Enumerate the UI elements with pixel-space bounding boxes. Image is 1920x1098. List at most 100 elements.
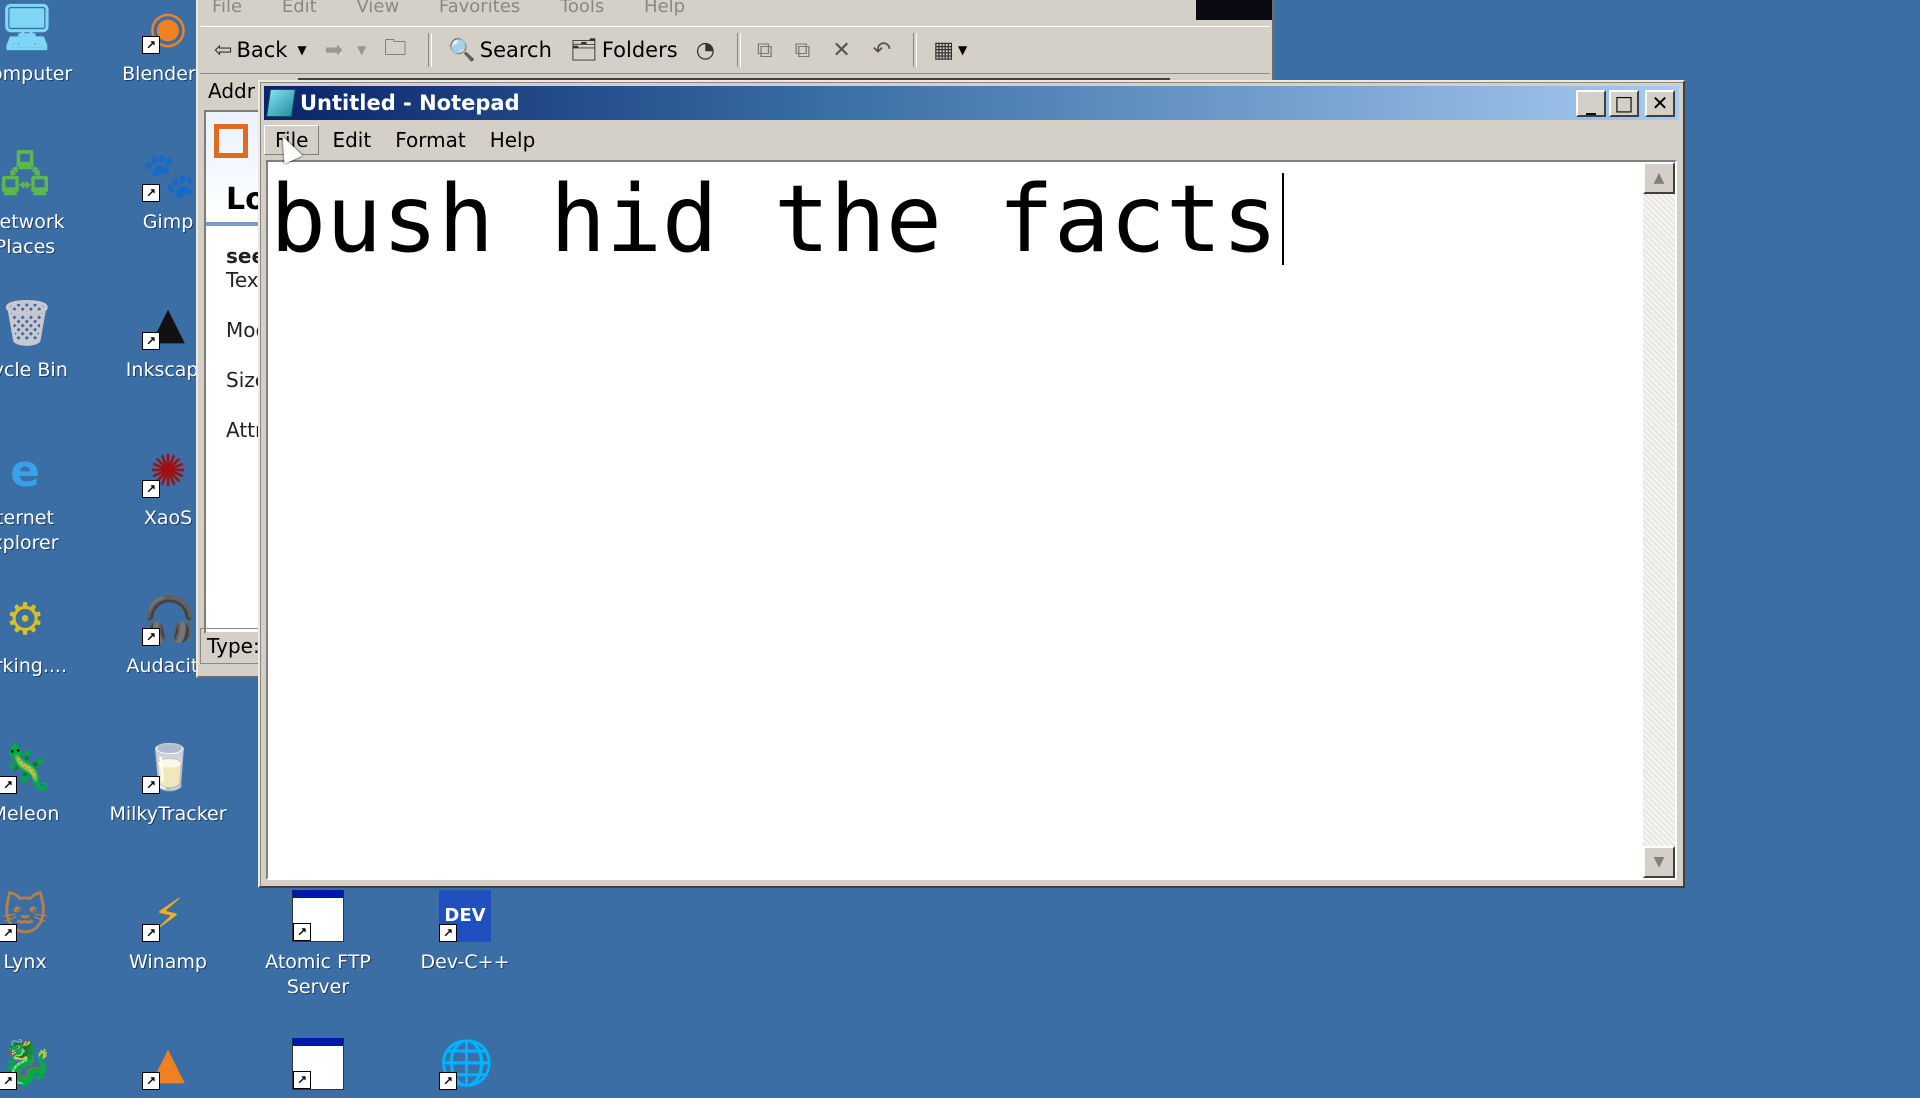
shortcut-arrow-icon: ↗	[142, 776, 160, 794]
back-arrow-icon: ⇦	[214, 37, 233, 63]
shortcut-arrow-icon: ↗	[0, 1072, 17, 1090]
atomic-ftp-icon: ↗	[292, 890, 344, 942]
dev-cpp-icon: DEV ↗	[439, 890, 491, 942]
history-icon: ◔	[695, 37, 715, 63]
explorer-menu-view[interactable]: View	[356, 0, 399, 17]
shortcut-arrow-icon: ↗	[142, 628, 160, 646]
vertical-scrollbar[interactable]: ▲ ▼	[1643, 162, 1675, 878]
internet-explorer-icon: e	[10, 446, 40, 497]
toolbar-separator	[428, 33, 433, 67]
winamp-icon: ⚡ ↗	[142, 890, 194, 942]
text-editor[interactable]: bush hid the facts ▲ ▼	[266, 160, 1677, 880]
copy-to-button[interactable]: ⧉	[795, 38, 815, 63]
explorer-menu-tools[interactable]: Tools	[560, 0, 604, 17]
desktop-icon-label: Meleon	[0, 803, 60, 825]
computer-icon: 🖥	[0, 2, 55, 53]
desktop-icon[interactable]: ⚡ ↗ Winamp	[98, 890, 238, 975]
k-meleon-icon: 🦎 ↗	[0, 742, 54, 794]
close-button[interactable]: ✕	[1645, 90, 1675, 117]
delete-icon: ✕	[832, 37, 851, 63]
desktop-icon[interactable]: ⚙ orking....	[0, 594, 95, 679]
views-dropdown-icon[interactable]: ▼	[958, 43, 967, 57]
game-icon: 🐉 ↗	[0, 1038, 54, 1090]
undo-button[interactable]: ↶	[873, 38, 895, 63]
explorer-menu-edit[interactable]: Edit	[282, 0, 317, 17]
desktop-icon[interactable]: ▲ ↗	[98, 1038, 238, 1098]
up-folder-icon: 🗀	[384, 36, 407, 61]
file-type-icon	[214, 124, 248, 158]
shortcut-arrow-icon: ↗	[142, 36, 160, 54]
desktop-icon-label: Atomic FTP Server	[265, 951, 371, 998]
back-label: Back	[236, 38, 288, 62]
scroll-up-button[interactable]: ▲	[1643, 162, 1675, 194]
desktop-icon[interactable]: ↗	[248, 1038, 388, 1098]
explorer-menu-favorites[interactable]: Favorites	[439, 0, 520, 17]
forward-dropdown-icon[interactable]: ▼	[357, 43, 366, 57]
desktop-icon[interactable]: 🖧 Network Places	[0, 150, 95, 260]
desktop-icon-label: ternet xplorer	[0, 507, 59, 554]
desktop-icon[interactable]: 🥛 ↗ MilkyTracker	[98, 742, 238, 827]
notepad-app-icon	[266, 89, 296, 117]
desktop-icon[interactable]: 🖥 Computer	[0, 2, 95, 87]
desktop-icon-label: MilkyTracker	[109, 803, 227, 825]
inkscape-icon: ▲ ↗	[142, 298, 194, 350]
notepad-titlebar[interactable]: Untitled - Notepad _ □ ✕	[264, 86, 1679, 120]
windows-logo	[1196, 0, 1272, 20]
desktop-icon[interactable]: ↗ Atomic FTP Server	[248, 890, 388, 1000]
desktop-icon[interactable]: 🐱 ↗ Lynx	[0, 890, 95, 975]
folders-button[interactable]: 🗂 Folders	[570, 38, 678, 63]
back-button[interactable]: ⇦ Back ▼	[214, 38, 307, 63]
move-to-icon: ⧉	[756, 37, 773, 63]
desktop-icon[interactable]: e ternet xplorer	[0, 446, 95, 556]
window-title: Untitled - Notepad	[300, 91, 520, 115]
shortcut-arrow-icon: ↗	[142, 924, 160, 942]
explorer-menu-file[interactable]: File	[212, 0, 242, 17]
move-to-button[interactable]: ⧉	[757, 38, 777, 63]
editor-text-line[interactable]: bush hid the facts	[270, 164, 1284, 274]
menu-help[interactable]: Help	[479, 125, 547, 155]
desktop-icon-label: Lynx	[3, 951, 47, 973]
copy-to-icon: ⧉	[794, 37, 811, 63]
shortcut-arrow-icon: ↗	[142, 480, 160, 498]
shortcut-arrow-icon: ↗	[142, 332, 160, 350]
maximize-button[interactable]: □	[1609, 90, 1639, 117]
shortcut-arrow-icon: ↗	[293, 1071, 311, 1089]
up-folder-button[interactable]: 🗀	[384, 31, 410, 69]
forward-button[interactable]: ➡ ▼	[325, 38, 367, 63]
menu-format[interactable]: Format	[384, 125, 476, 155]
blender-icon: ◉ ↗	[142, 2, 194, 54]
minimize-button[interactable]: _	[1576, 90, 1606, 117]
toolbar-separator	[736, 33, 741, 67]
folders-icon: 🗂	[569, 37, 598, 63]
shortcut-arrow-icon: ↗	[142, 1072, 160, 1090]
delete-button[interactable]: ✕	[832, 38, 854, 63]
desktop-icon[interactable]: 🌐 ↗	[395, 1038, 535, 1098]
desktop-icon[interactable]: 🗑 cycle Bin	[0, 298, 95, 383]
globe-icon: 🌐 ↗	[439, 1038, 494, 1090]
editor-content: bush hid the facts	[270, 165, 1278, 273]
vlc-icon: ▲ ↗	[142, 1038, 194, 1090]
notepad-window[interactable]: Untitled - Notepad _ □ ✕ File Edit Forma…	[258, 80, 1685, 888]
network-places-icon: 🖧	[0, 150, 50, 201]
lynx-icon: 🐱 ↗	[0, 890, 51, 942]
menu-edit[interactable]: Edit	[321, 125, 382, 155]
explorer-menubar: File Edit View Favorites Tools Help	[212, 0, 719, 17]
explorer-menu-help[interactable]: Help	[644, 0, 685, 17]
back-dropdown-icon[interactable]: ▼	[297, 43, 306, 57]
views-icon: ▦	[933, 37, 954, 63]
desktop-icon-label: Dev-C++	[420, 951, 510, 973]
desktop-icon[interactable]: 🐉 ↗	[0, 1038, 95, 1098]
detail-type: Tex	[226, 268, 259, 292]
shortcut-arrow-icon: ↗	[293, 923, 311, 941]
app-window-icon: ↗	[292, 1038, 344, 1090]
desktop-icon[interactable]: 🦎↗ Meleon	[0, 742, 95, 827]
shortcut-arrow-icon: ↗	[439, 924, 457, 942]
views-button[interactable]: ▦ ▼	[933, 38, 967, 63]
shortcut-arrow-icon: ↗	[142, 184, 160, 202]
desktop-icon-label: orking....	[0, 655, 67, 677]
search-button[interactable]: 🔍 Search	[448, 38, 552, 63]
scroll-down-button[interactable]: ▼	[1643, 846, 1675, 878]
history-button[interactable]: ◔	[696, 38, 719, 63]
desktop-icon[interactable]: DEV ↗ Dev-C++	[395, 890, 535, 975]
address-label: Addr	[208, 79, 255, 103]
